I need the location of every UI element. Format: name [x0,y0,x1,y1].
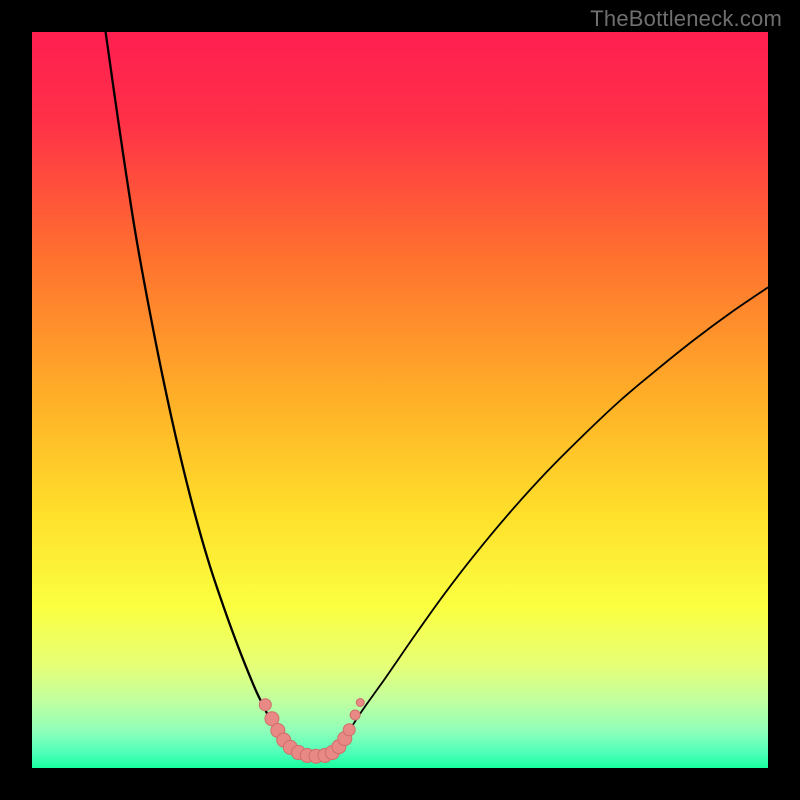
curve-marker [350,710,360,720]
plot-area [32,32,768,768]
chart-frame: TheBottleneck.com [0,0,800,800]
curve-marker [343,724,355,736]
curve-left-branch [106,32,297,752]
bottleneck-curve [32,32,768,768]
curve-right-branch [334,287,768,750]
watermark-text: TheBottleneck.com [590,6,782,32]
curve-marker [259,699,271,711]
curve-marker [356,699,364,707]
curve-markers [259,699,364,764]
